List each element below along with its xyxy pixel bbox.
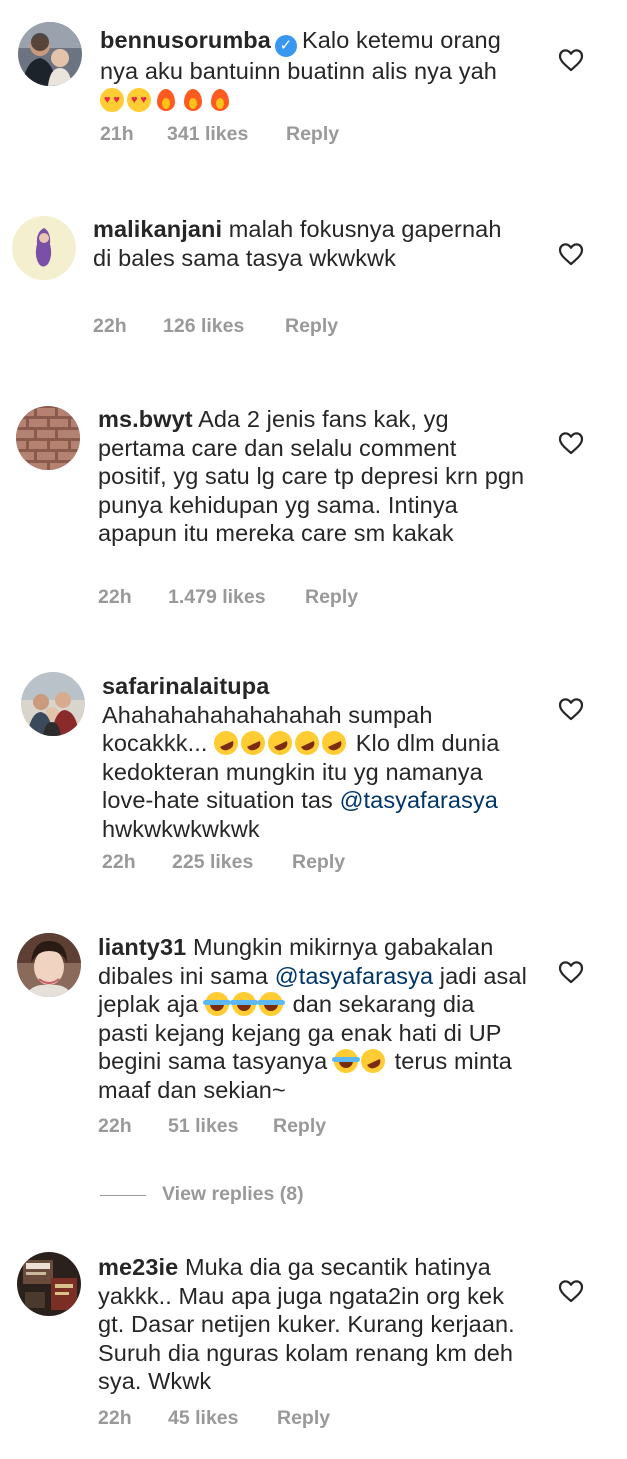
rofl-emoji-icon xyxy=(291,727,324,760)
comment-username[interactable]: me23ie xyxy=(98,1254,178,1280)
tears-of-joy-emoji-icon xyxy=(202,992,231,1017)
comment-username[interactable]: safarinalaitupa xyxy=(102,673,269,699)
comment-text: me23ie Muka dia ga secantik hatinya yakk… xyxy=(98,1253,528,1396)
like-heart-icon[interactable] xyxy=(558,48,584,72)
like-heart-icon[interactable] xyxy=(558,431,584,455)
heart-eyes-emoji-icon xyxy=(100,87,124,112)
comment-text: safarinalaitupa Ahahahahahahahahah sumpa… xyxy=(102,672,532,844)
rofl-emoji-icon xyxy=(210,727,243,760)
comment-time: 22h xyxy=(98,586,132,608)
comment-body-end: hwkwkwkwkwk xyxy=(102,815,260,842)
fire-emoji-icon xyxy=(208,88,232,112)
fire-emoji-icon xyxy=(181,88,205,112)
comment-item: lianty31 Mungkin mikirnya gabakalan diba… xyxy=(0,915,627,1155)
mention-link[interactable]: @tasyafarasya xyxy=(340,787,498,813)
comment-time: 22h xyxy=(98,1115,132,1137)
comment-text: ms.bwyt Ada 2 jenis fans kak, yg pertama… xyxy=(98,405,528,548)
comment-likes[interactable]: 45 likes xyxy=(168,1407,238,1430)
comment-time: 21h xyxy=(100,123,134,145)
tears-of-joy-emoji-icon xyxy=(229,992,258,1017)
comment-likes[interactable]: 126 likes xyxy=(163,315,244,338)
avatar[interactable] xyxy=(12,216,76,280)
rofl-emoji-icon xyxy=(357,1045,389,1078)
comment-username[interactable]: ms.bwyt xyxy=(98,406,193,432)
comment-likes[interactable]: 341 likes xyxy=(167,123,248,146)
comment-item: bennusorumba ✓ Kalo ketemu orang nya aku b… xyxy=(0,0,627,160)
view-replies-label[interactable]: View replies (8) xyxy=(162,1183,304,1206)
like-heart-icon[interactable] xyxy=(558,242,584,266)
reply-button[interactable]: Reply xyxy=(285,315,338,338)
comment-text: malikanjani malah fokusnya gapernah di b… xyxy=(93,215,523,272)
comment-item: ms.bwyt Ada 2 jenis fans kak, yg pertama… xyxy=(0,380,627,620)
avatar[interactable] xyxy=(18,22,82,86)
tears-of-joy-emoji-icon xyxy=(256,992,285,1017)
comment-username[interactable]: malikanjani xyxy=(93,216,222,242)
comment-username[interactable]: bennusorumba xyxy=(100,27,271,53)
comment-likes[interactable]: 51 likes xyxy=(168,1115,238,1138)
view-replies-divider xyxy=(100,1195,146,1196)
verified-badge-icon: ✓ xyxy=(274,35,297,57)
comment-text: lianty31 Mungkin mikirnya gabakalan diba… xyxy=(98,933,528,1105)
like-heart-icon[interactable] xyxy=(558,960,584,984)
comment-item: safarinalaitupa Ahahahahahahahahah sumpa… xyxy=(0,650,627,890)
avatar[interactable] xyxy=(17,1252,81,1316)
avatar[interactable] xyxy=(17,933,81,997)
comment-username[interactable]: lianty31 xyxy=(98,934,186,960)
reply-button[interactable]: Reply xyxy=(277,1407,330,1430)
rofl-emoji-icon xyxy=(264,727,297,760)
like-heart-icon[interactable] xyxy=(558,1279,584,1303)
comment-likes[interactable]: 225 likes xyxy=(172,851,253,874)
reply-button[interactable]: Reply xyxy=(286,123,339,146)
tears-of-joy-emoji-icon xyxy=(331,1049,360,1074)
like-heart-icon[interactable] xyxy=(558,697,584,721)
avatar[interactable] xyxy=(16,406,80,470)
comment-time: 22h xyxy=(98,1407,132,1429)
avatar[interactable] xyxy=(21,672,85,736)
rofl-emoji-icon xyxy=(318,727,351,760)
reply-button[interactable]: Reply xyxy=(305,586,358,609)
rofl-emoji-icon xyxy=(237,727,270,760)
reply-button[interactable]: Reply xyxy=(273,1115,326,1138)
fire-emoji-icon xyxy=(154,88,178,112)
comment-likes[interactable]: 1.479 likes xyxy=(168,586,266,609)
heart-eyes-emoji-icon xyxy=(127,87,151,112)
comment-item: me23ie Muka dia ga secantik hatinya yakk… xyxy=(0,1230,627,1459)
comment-item: malikanjani malah fokusnya gapernah di b… xyxy=(0,190,627,350)
comment-time: 22h xyxy=(102,851,136,873)
mention-link[interactable]: @tasyafarasya xyxy=(275,963,433,989)
reply-button[interactable]: Reply xyxy=(292,851,345,874)
comment-time: 22h xyxy=(93,315,127,337)
comment-text: bennusorumba ✓ Kalo ketemu orang nya aku b… xyxy=(100,26,530,114)
